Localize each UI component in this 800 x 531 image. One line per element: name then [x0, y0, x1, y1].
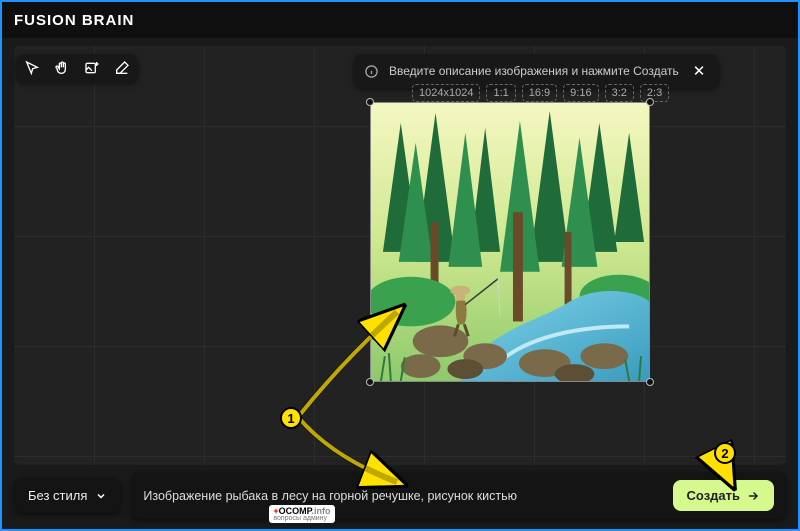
- create-button[interactable]: Создать: [673, 480, 774, 511]
- tool-palette: [16, 54, 138, 82]
- add-image-icon[interactable]: [84, 60, 100, 76]
- annotation-marker-2: 2: [714, 442, 736, 464]
- generated-image[interactable]: [370, 102, 650, 382]
- annotation-marker-1: 1: [280, 407, 302, 429]
- watermark-badge: +OCOMP.info вопросы админу: [269, 505, 334, 523]
- cursor-icon[interactable]: [24, 60, 40, 76]
- create-label: Создать: [687, 488, 740, 503]
- app-header: FUSION BRAIN: [2, 2, 798, 38]
- ratio-chip[interactable]: 3:2: [605, 84, 634, 102]
- hint-text: Введите описание изображения и нажмите С…: [389, 64, 679, 78]
- prompt-bar: Изображение рыбака в лесу на горной речу…: [131, 472, 786, 519]
- ratio-chip[interactable]: 9:16: [563, 84, 598, 102]
- style-label: Без стиля: [28, 488, 87, 503]
- style-select[interactable]: Без стиля: [14, 478, 121, 513]
- hand-icon[interactable]: [54, 60, 70, 76]
- ratio-chip[interactable]: 2:3: [640, 84, 669, 102]
- eraser-icon[interactable]: [114, 60, 130, 76]
- painting-icon: [371, 103, 649, 381]
- ratio-chip[interactable]: 16:9: [522, 84, 557, 102]
- chevron-down-icon: [95, 490, 107, 502]
- bottom-bar: Без стиля Изображение рыбака в лесу на г…: [14, 472, 786, 519]
- size-row: 1024x1024 1:1 16:9 9:16 3:2 2:3: [412, 84, 669, 102]
- resolution-chip[interactable]: 1024x1024: [412, 84, 480, 102]
- prompt-value: Изображение рыбака в лесу на горной речу…: [143, 489, 517, 503]
- resize-handle[interactable]: [366, 378, 374, 386]
- info-icon: [364, 64, 379, 79]
- resize-handle[interactable]: [646, 98, 654, 106]
- hint-bar: Введите описание изображения и нажмите С…: [354, 54, 719, 88]
- app-logo: FUSION BRAIN: [14, 12, 134, 29]
- arrow-right-icon: [746, 489, 760, 503]
- close-icon[interactable]: ✕: [689, 62, 710, 80]
- prompt-input[interactable]: Изображение рыбака в лесу на горной речу…: [143, 489, 660, 503]
- resize-handle[interactable]: [646, 378, 654, 386]
- resize-handle[interactable]: [366, 98, 374, 106]
- ratio-chip[interactable]: 1:1: [486, 84, 515, 102]
